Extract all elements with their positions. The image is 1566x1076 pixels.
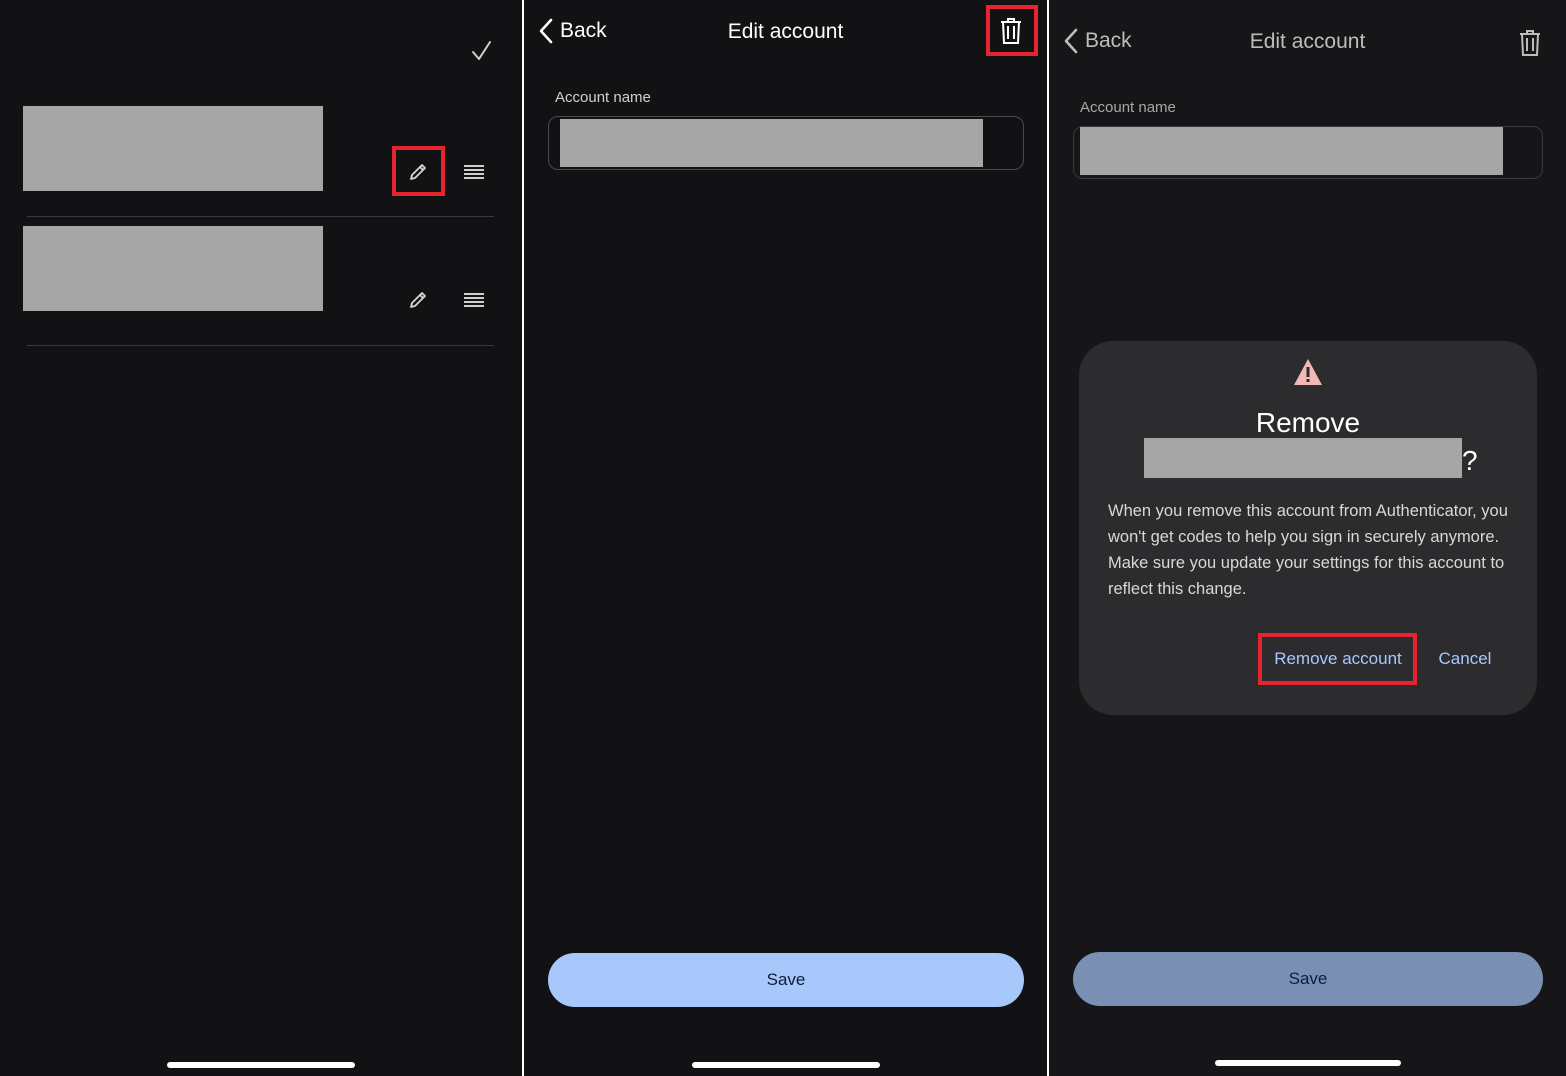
account-item-redacted — [23, 106, 323, 191]
account-list-screen — [0, 0, 522, 1076]
account-name-label: Account name — [555, 89, 651, 106]
list-divider — [27, 216, 494, 217]
home-indicator[interactable] — [1215, 1060, 1401, 1066]
back-button[interactable]: Back — [538, 18, 607, 44]
account-name-field[interactable] — [548, 116, 1024, 170]
warning-icon — [1292, 357, 1324, 387]
page-title: Edit account — [727, 20, 844, 43]
drag-handle-icon — [464, 165, 484, 179]
dialog-body: When you remove this account from Authen… — [1108, 502, 1508, 598]
trash-icon — [1520, 30, 1540, 56]
save-button[interactable]: Save — [1073, 952, 1543, 1006]
page-title: Edit account — [1249, 30, 1366, 53]
back-button[interactable]: Back — [1063, 28, 1132, 54]
chevron-left-icon — [539, 18, 553, 44]
account-name-value-redacted — [560, 119, 983, 167]
account-item-redacted — [23, 226, 323, 311]
edit-account-screen: Back Edit account Account name Save — [524, 0, 1047, 1076]
pencil-icon — [410, 292, 426, 308]
chevron-left-icon — [1064, 28, 1078, 54]
back-label: Back — [1085, 29, 1132, 52]
cancel-button[interactable]: Cancel — [1429, 635, 1501, 683]
reorder-handle[interactable] — [458, 286, 490, 314]
edit-button-highlight — [392, 146, 445, 196]
list-divider — [27, 345, 494, 346]
back-label: Back — [560, 19, 607, 42]
account-name-label: Account name — [1080, 99, 1176, 116]
remove-account-screen: Back Edit account Account name Remove ? … — [1049, 0, 1566, 1076]
remove-account-dialog: Remove ? When you remove this account fr… — [1079, 341, 1537, 715]
remove-button-highlight — [1258, 633, 1417, 685]
save-button[interactable]: Save — [548, 953, 1024, 1007]
dialog-account-name-redacted — [1144, 438, 1462, 478]
reorder-handle[interactable] — [458, 158, 490, 186]
account-name-field[interactable] — [1073, 126, 1543, 179]
drag-handle-icon — [464, 293, 484, 307]
home-indicator[interactable] — [167, 1062, 355, 1068]
checkmark-icon — [472, 41, 491, 60]
delete-button-highlight — [986, 5, 1038, 56]
delete-account-button[interactable] — [1509, 22, 1551, 64]
home-indicator[interactable] — [692, 1062, 880, 1068]
account-name-value-redacted — [1080, 127, 1503, 175]
dialog-title: Remove — [1255, 407, 1361, 438]
dialog-title-suffix: ? — [1462, 445, 1478, 476]
edit-account-button[interactable] — [398, 280, 438, 320]
done-button[interactable] — [466, 36, 496, 66]
